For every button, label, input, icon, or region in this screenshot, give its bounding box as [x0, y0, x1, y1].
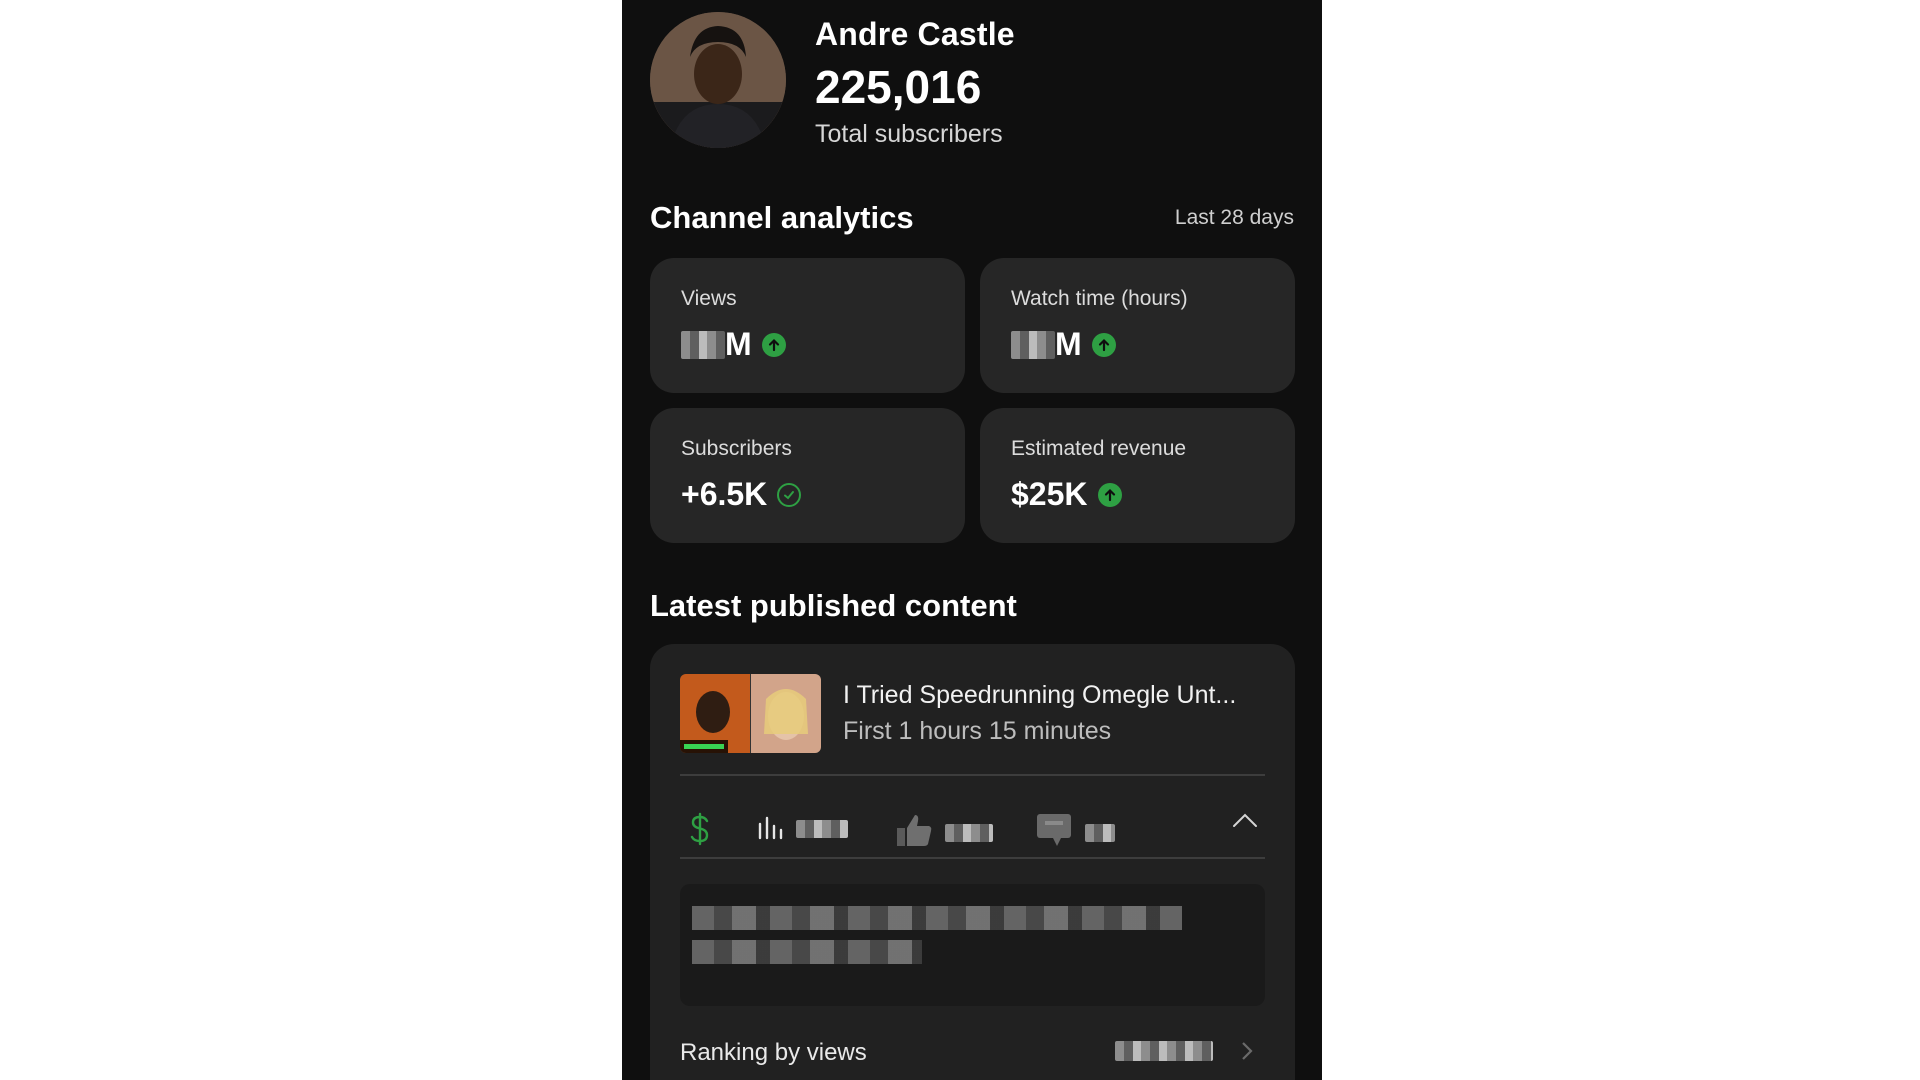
dollar-icon [688, 812, 712, 851]
comments-metric[interactable] [1035, 812, 1115, 853]
channel-name: Andre Castle [815, 16, 1015, 52]
chevron-up-icon [1232, 812, 1258, 833]
video-thumbnail[interactable] [680, 674, 821, 753]
redacted-insight-panel [680, 884, 1265, 1006]
bar-chart-icon [756, 812, 784, 845]
thumbs-up-icon [895, 812, 933, 853]
divider [680, 774, 1265, 776]
views-card[interactable]: Views M [650, 258, 965, 393]
redacted-value [1115, 1041, 1213, 1061]
redacted-value [1011, 330, 1055, 359]
video-subtitle: First 1 hours 15 minutes [843, 717, 1112, 745]
views-value: M [681, 326, 786, 363]
date-range-label[interactable]: Last 28 days [1175, 206, 1294, 230]
likes-metric[interactable] [895, 812, 993, 853]
arrow-up-icon [1097, 482, 1122, 507]
total-subscriber-label: Total subscribers [815, 120, 1003, 148]
redacted-value [945, 823, 993, 842]
views-value-suffix: M [725, 326, 752, 362]
subscribers-value: +6.5K [681, 476, 802, 513]
video-title[interactable]: I Tried Speedrunning Omegle Unt... [843, 681, 1273, 710]
subscribers-label: Subscribers [681, 437, 792, 460]
redacted-value [681, 330, 725, 359]
total-subscriber-count: 225,016 [815, 61, 982, 113]
watch-time-card[interactable]: Watch time (hours) M [980, 258, 1295, 393]
views-metric[interactable] [756, 812, 848, 845]
check-circle-icon [777, 482, 802, 507]
chevron-right-icon[interactable] [1240, 1040, 1254, 1067]
revenue-card[interactable]: Estimated revenue $25K [980, 408, 1295, 543]
channel-analytics-heading: Channel analytics [650, 200, 914, 235]
ranking-by-views-label[interactable]: Ranking by views [680, 1039, 867, 1067]
redacted-text-line [692, 906, 1182, 930]
watch-time-label: Watch time (hours) [1011, 287, 1188, 310]
arrow-up-icon [761, 332, 786, 357]
subscribers-card[interactable]: Subscribers +6.5K [650, 408, 965, 543]
revenue-label: Estimated revenue [1011, 437, 1187, 460]
arrow-up-icon [1091, 332, 1116, 357]
redacted-value [796, 819, 848, 838]
subscribers-value-text: +6.5K [681, 476, 768, 512]
views-label: Views [681, 287, 737, 310]
latest-content-heading: Latest published content [650, 588, 1017, 623]
revenue-value-text: $25K [1011, 476, 1088, 512]
watch-time-value: M [1011, 326, 1116, 363]
latest-video-card[interactable]: I Tried Speedrunning Omegle Unt... First… [650, 644, 1295, 1080]
channel-avatar[interactable] [650, 12, 786, 148]
revenue-value: $25K [1011, 476, 1122, 513]
revenue-metric[interactable] [688, 812, 712, 851]
comment-icon [1035, 812, 1073, 853]
video-metrics-row [680, 794, 1265, 864]
analytics-screen: Andre Castle 225,016 Total subscribers C… [622, 0, 1322, 1080]
watch-time-value-suffix: M [1055, 326, 1082, 362]
redacted-text-line [692, 940, 922, 964]
collapse-toggle[interactable] [1232, 812, 1258, 833]
divider [680, 857, 1265, 859]
redacted-value [1085, 823, 1115, 842]
